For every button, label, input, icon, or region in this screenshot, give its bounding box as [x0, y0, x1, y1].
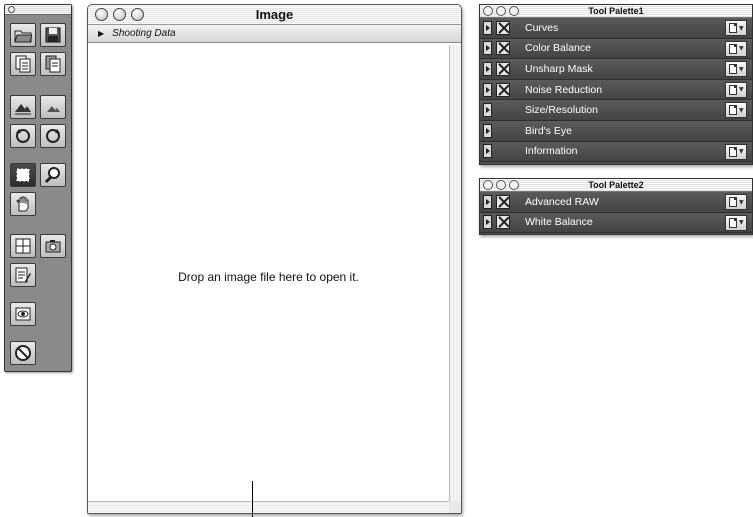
window-title: Image: [255, 7, 294, 22]
caret-down-icon: ▼: [739, 24, 744, 32]
palette-row-label: Unsharp Mask: [525, 62, 593, 75]
palette-row-label: Advanced RAW: [525, 195, 599, 208]
expand-arrow-icon[interactable]: [483, 61, 492, 76]
palette-row-label: Size/Resolution: [525, 104, 598, 117]
caret-down-icon: ▼: [739, 148, 744, 156]
expand-arrow-icon[interactable]: [483, 144, 492, 159]
settings-menu-button[interactable]: ▼: [725, 40, 747, 57]
settings-menu-button[interactable]: ▼: [725, 214, 747, 231]
expand-arrow-icon[interactable]: [483, 123, 492, 138]
palette-title-bar[interactable]: Tool Palette1: [480, 5, 752, 18]
image-window: Image ▶ Shooting Data Drop an image file…: [87, 4, 462, 514]
rotate-right-icon[interactable]: [40, 124, 66, 148]
caret-down-icon: ▼: [739, 86, 744, 94]
expand-arrow-icon[interactable]: [483, 103, 492, 118]
stop-icon[interactable]: [10, 341, 36, 365]
document-icon: [729, 23, 737, 33]
palette-row[interactable]: Noise Reduction ▼: [480, 79, 752, 101]
save-icon[interactable]: [40, 23, 66, 47]
vertical-scrollbar[interactable]: [449, 45, 461, 501]
caret-down-icon: ▼: [739, 65, 744, 73]
grid-view-icon[interactable]: [10, 234, 36, 258]
eye-preview-icon[interactable]: [10, 302, 36, 326]
expand-arrow-icon[interactable]: [483, 41, 492, 56]
document-icon: [729, 43, 737, 54]
resize-grip[interactable]: [449, 501, 461, 513]
image-drop-area[interactable]: Drop an image file here to open it.: [88, 45, 449, 501]
close-button[interactable]: [8, 6, 15, 13]
palette-title: Tool Palette1: [588, 6, 644, 16]
shooting-data-disclosure[interactable]: ▶ Shooting Data: [88, 25, 461, 43]
marquee-select-icon[interactable]: [10, 163, 36, 187]
expand-arrow-icon[interactable]: [483, 194, 492, 209]
tool-palette-2: Tool Palette2 Advanced RAW ▼ White Balance…: [479, 178, 753, 235]
paste-document-icon[interactable]: [40, 52, 66, 76]
palette-row[interactable]: Size/Resolution ▼: [480, 100, 752, 121]
palette-row[interactable]: Unsharp Mask ▼: [480, 59, 752, 80]
expand-arrow-icon[interactable]: [483, 215, 492, 230]
zoom-icon[interactable]: [40, 163, 66, 187]
palette-row[interactable]: Information ▼: [480, 141, 752, 163]
edit-document-icon[interactable]: [10, 263, 36, 287]
caret-down-icon: ▼: [739, 198, 744, 206]
document-icon: [729, 217, 737, 228]
settings-menu-button[interactable]: ▼: [725, 143, 747, 160]
palette-title: Tool Palette2: [588, 180, 644, 190]
palette-row-label: Information: [525, 145, 578, 158]
expand-arrow-icon[interactable]: [483, 20, 492, 35]
palette-row-label: White Balance: [525, 216, 593, 229]
tool-bar-title-bar[interactable]: [5, 5, 71, 15]
tool-palette-1: Tool Palette1 Curves ▼ Color Balance ▼ Unsha…: [479, 4, 753, 165]
camera-settings-icon[interactable]: [40, 234, 66, 258]
rotate-left-icon[interactable]: [10, 124, 36, 148]
document-icon: [729, 64, 737, 75]
enable-checkbox[interactable]: [496, 41, 510, 56]
palette-row-label: Curves: [525, 21, 559, 34]
palette-row-label: Bird's Eye: [525, 124, 572, 137]
open-folder-icon[interactable]: [10, 23, 36, 47]
palette-row[interactable]: Color Balance ▼: [480, 38, 752, 60]
settings-menu-button[interactable]: ▼: [725, 102, 747, 119]
settings-menu-button[interactable]: ▼: [725, 194, 747, 210]
settings-menu-button[interactable]: ▼: [725, 61, 747, 78]
settings-menu-button[interactable]: ▼: [725, 81, 747, 98]
enable-checkbox[interactable]: [496, 215, 510, 230]
palette-row-label: Noise Reduction: [525, 83, 603, 96]
horizontal-scrollbar[interactable]: [88, 501, 449, 513]
palette-row[interactable]: Bird's Eye: [480, 120, 752, 142]
document-icon: [729, 197, 737, 207]
expand-arrow-icon[interactable]: [483, 82, 492, 97]
shooting-data-label: Shooting Data: [112, 28, 176, 39]
enable-checkbox[interactable]: [496, 61, 510, 76]
caret-down-icon: ▼: [739, 219, 744, 227]
palette-row[interactable]: White Balance ▼: [480, 212, 752, 234]
enable-checkbox[interactable]: [496, 194, 510, 209]
caret-down-icon: ▼: [739, 106, 744, 114]
copy-document-icon[interactable]: [10, 52, 36, 76]
document-icon: [729, 146, 737, 157]
palette-row[interactable]: Advanced RAW ▼: [480, 192, 752, 213]
enable-checkbox[interactable]: [496, 20, 510, 35]
document-icon: [729, 84, 737, 95]
palette-row-label: Color Balance: [525, 42, 591, 55]
hand-tool-icon[interactable]: [10, 192, 36, 216]
palette-row[interactable]: Curves ▼: [480, 18, 752, 39]
drop-message: Drop an image file here to open it.: [178, 270, 359, 284]
document-icon: [729, 105, 737, 116]
enable-checkbox[interactable]: [496, 82, 510, 97]
palette-title-bar[interactable]: Tool Palette2: [480, 179, 752, 192]
caret-down-icon: ▼: [739, 45, 744, 53]
disclosure-triangle-icon[interactable]: ▶: [98, 29, 104, 38]
callout-line: [252, 481, 253, 517]
tool-bar-window: [4, 4, 72, 372]
settings-menu-button[interactable]: ▼: [725, 20, 747, 36]
image-window-title-bar[interactable]: Image: [88, 5, 461, 25]
mountain-small-icon[interactable]: [40, 95, 66, 119]
mountain-large-icon[interactable]: [10, 95, 36, 119]
